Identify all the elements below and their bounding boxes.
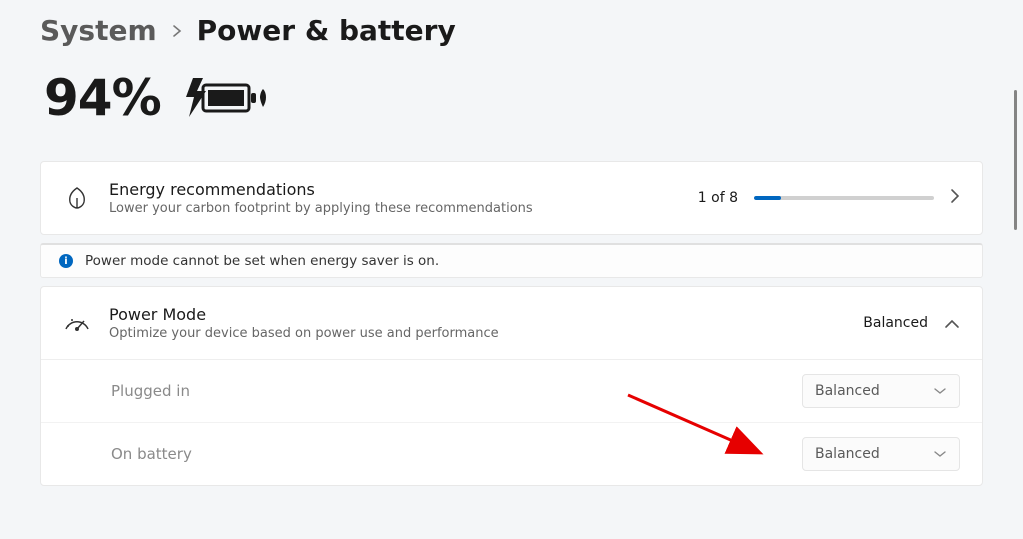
chevron-down-icon (933, 383, 947, 399)
power-mode-header[interactable]: Power Mode Optimize your device based on… (41, 287, 982, 359)
leaf-icon (63, 186, 91, 210)
energy-recommendations-card[interactable]: Energy recommendations Lower your carbon… (40, 161, 983, 235)
gauge-icon (63, 313, 91, 333)
on-battery-value: Balanced (815, 446, 880, 462)
breadcrumb: System Power & battery (0, 0, 1023, 47)
breadcrumb-parent[interactable]: System (40, 14, 157, 47)
power-mode-title: Power Mode (109, 305, 845, 324)
chevron-up-icon (944, 314, 960, 333)
energy-progress-fill (754, 196, 781, 200)
battery-percentage: 94% (44, 69, 161, 127)
battery-status: 94% (0, 47, 1023, 137)
plugged-in-value: Balanced (815, 383, 880, 399)
power-mode-on-battery-row: On battery Balanced (41, 422, 982, 485)
chevron-down-icon (933, 446, 947, 462)
plugged-in-label: Plugged in (111, 382, 190, 400)
power-mode-plugged-in-row: Plugged in Balanced (41, 360, 982, 422)
energy-progress-bar (754, 196, 934, 200)
energy-subtitle: Lower your carbon footprint by applying … (109, 201, 680, 216)
chevron-right-icon (950, 188, 960, 208)
scrollbar[interactable] (1014, 90, 1017, 230)
page-title: Power & battery (197, 14, 456, 47)
energy-title: Energy recommendations (109, 180, 680, 199)
plugged-in-dropdown[interactable]: Balanced (802, 374, 960, 408)
battery-charging-icon (181, 75, 271, 121)
power-mode-summary: Balanced (863, 315, 928, 331)
info-icon: i (59, 254, 73, 268)
power-mode-card: Power Mode Optimize your device based on… (40, 286, 983, 486)
on-battery-label: On battery (111, 445, 192, 463)
info-message: Power mode cannot be set when energy sav… (85, 253, 439, 269)
on-battery-dropdown[interactable]: Balanced (802, 437, 960, 471)
power-mode-subtitle: Optimize your device based on power use … (109, 326, 845, 341)
info-banner: i Power mode cannot be set when energy s… (40, 243, 983, 278)
energy-progress-text: 1 of 8 (698, 190, 738, 206)
chevron-right-icon (171, 19, 183, 43)
